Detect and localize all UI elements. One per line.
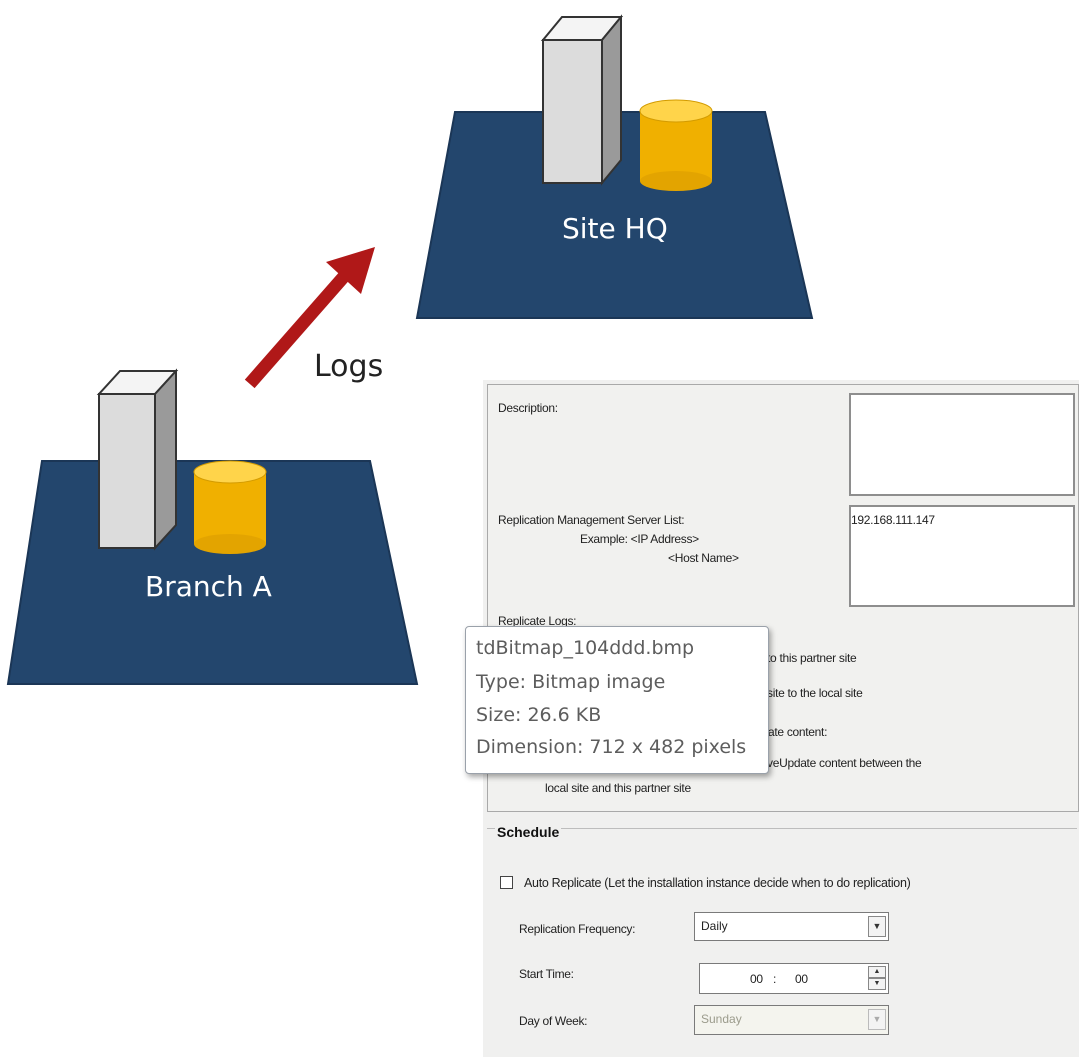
branch-label: Branch A (145, 570, 272, 603)
chevron-down-icon[interactable]: ▼ (868, 916, 886, 937)
server-list-label: Replication Management Server List: (498, 513, 685, 527)
auto-replicate-label: Auto Replicate (Let the installation ins… (524, 876, 911, 890)
hq-server-icon (540, 14, 624, 186)
start-time-label: Start Time: (519, 967, 574, 981)
example-host-label: <Host Name> (668, 551, 739, 565)
replicate-option-2[interactable]: site to the local site (767, 686, 863, 700)
spin-down-icon[interactable]: ▼ (868, 978, 886, 990)
start-time-separator: : (773, 972, 777, 986)
day-of-week-value: Sunday (701, 1012, 742, 1026)
description-label: Description: (498, 401, 558, 415)
start-time-hour[interactable]: 00 (750, 972, 763, 986)
replicate-option-1[interactable]: to this partner site (767, 651, 857, 665)
spin-up-icon[interactable]: ▲ (868, 966, 886, 978)
server-list-value: 192.168.111.147 (851, 513, 935, 527)
replicate-option-4[interactable]: veUpdate content between the (767, 756, 922, 770)
description-field[interactable] (849, 393, 1075, 496)
logs-label: Logs (314, 349, 384, 384)
branch-database-icon (193, 460, 267, 554)
frequency-value: Daily (701, 919, 728, 933)
file-info-tooltip: tdBitmap_104ddd.bmp Type: Bitmap image S… (465, 626, 769, 774)
start-time-field[interactable]: 00 : 00 ▲ ▼ (699, 963, 889, 994)
frequency-select[interactable]: Daily ▼ (694, 912, 889, 941)
tooltip-size: Size: 26.6 KB (476, 704, 602, 726)
frequency-label: Replication Frequency: (519, 922, 636, 936)
start-time-minute[interactable]: 00 (795, 972, 808, 986)
time-spinner[interactable]: ▲ ▼ (868, 966, 886, 991)
example-ip-label: Example: <IP Address> (580, 532, 699, 546)
day-of-week-select[interactable]: Sunday ▼ (694, 1005, 889, 1035)
hq-database-icon (639, 99, 713, 191)
server-list-field[interactable]: 192.168.111.147 (849, 505, 1075, 607)
chevron-down-icon[interactable]: ▼ (868, 1009, 886, 1030)
day-of-week-label: Day of Week: (519, 1014, 588, 1028)
tooltip-filename: tdBitmap_104ddd.bmp (476, 637, 695, 659)
tooltip-dimension: Dimension: 712 x 482 pixels (476, 736, 747, 758)
replicate-option-3[interactable]: ate content: (768, 725, 827, 739)
auto-replicate-checkbox[interactable] (500, 876, 513, 889)
replicate-option-4-line2: local site and this partner site (545, 781, 691, 795)
schedule-title: Schedule (495, 824, 562, 840)
hq-label: Site HQ (562, 212, 668, 245)
branch-server-icon (96, 368, 179, 551)
tooltip-type: Type: Bitmap image (476, 671, 666, 693)
